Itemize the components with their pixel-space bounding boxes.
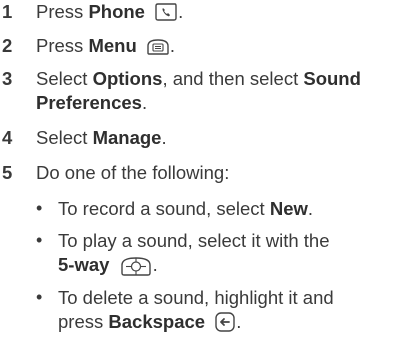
step-number: 3	[2, 68, 13, 89]
step-text: Select	[36, 68, 93, 89]
step-number: 4	[2, 127, 13, 148]
step-number: 5	[2, 162, 13, 183]
step-number: 2	[2, 35, 13, 56]
backspace-button-icon	[215, 312, 235, 332]
step-keyword: New	[269, 198, 308, 219]
step-keyword: Manage	[92, 127, 162, 148]
five-way-navigator-icon	[120, 257, 151, 276]
step-keyword: 5-way	[58, 254, 110, 276]
step-keyword: Options	[92, 68, 163, 89]
step-text: Press	[36, 1, 89, 22]
bullet-icon: •	[36, 198, 43, 218]
step-keyword: Phone	[88, 1, 145, 22]
step-keyword: Backspace	[108, 311, 206, 333]
step-text: Select	[36, 127, 93, 148]
step-text: Do one of the following:	[36, 162, 230, 183]
menu-button-icon	[147, 39, 169, 55]
step-keyword: Sound	[303, 68, 361, 89]
step-number: 1	[2, 1, 13, 22]
phone-button-icon	[155, 3, 177, 21]
step-text: Press	[36, 35, 89, 56]
bullet-icon: •	[36, 230, 43, 250]
step-keyword: Preferences	[36, 92, 142, 114]
bullet-icon: •	[36, 287, 43, 307]
step-keyword: Menu	[88, 35, 137, 56]
